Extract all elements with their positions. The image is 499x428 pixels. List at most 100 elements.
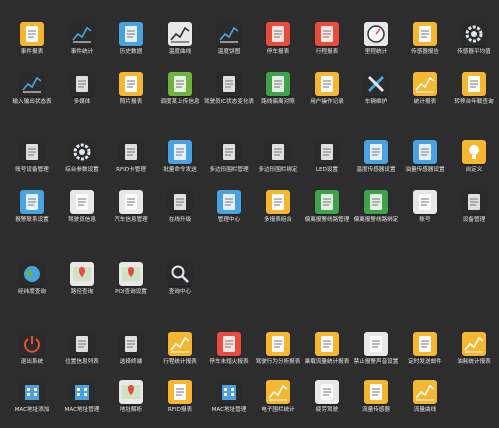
app-tile[interactable]: 温度饼图	[205, 22, 253, 56]
app-tile[interactable]: 照片报表	[107, 72, 155, 106]
app-tile[interactable]: 事件统计	[58, 22, 106, 56]
app-tile-label: 里程统计	[364, 49, 388, 55]
app-tile[interactable]: 退出系统	[8, 332, 56, 366]
route-query-icon	[70, 262, 94, 286]
app-tile[interactable]: MAC地址添加	[8, 380, 56, 414]
app-tile-label: 行程统计报表	[163, 359, 197, 365]
app-tile[interactable]: 地址解析	[107, 380, 155, 414]
app-tile-label: 油耗统计报表	[457, 359, 491, 365]
app-tile[interactable]: 偏离报警线路绑定	[352, 190, 400, 224]
app-tile-label: 历史数据	[119, 49, 143, 55]
app-tile-label: MAC地址管理	[64, 407, 100, 413]
app-tile[interactable]: 路线偏离对照	[254, 72, 302, 106]
app-tile[interactable]: 位置信息列表	[58, 332, 106, 366]
app-tile-label: 路线偏离对照	[261, 99, 295, 105]
transfer-query-icon	[462, 72, 486, 96]
speedometer-icon	[364, 22, 388, 46]
fatigue-driving-icon	[315, 380, 339, 404]
app-tile-label: 管理中心	[217, 217, 241, 223]
app-tile[interactable]: 驾驶员信息	[58, 190, 106, 224]
deviation-route-icon	[315, 190, 339, 214]
app-tile-label: 乘载流量统计报表	[304, 359, 350, 365]
app-tile[interactable]: 传感器平均值	[450, 22, 498, 56]
app-tile-label: 停车未熄火报表	[209, 359, 249, 365]
app-tile[interactable]: 多报表组合	[254, 190, 302, 224]
app-tile[interactable]: 驾驶员IC状态变化表	[204, 72, 254, 106]
app-tile[interactable]: 禁止报警声音设置	[352, 332, 400, 366]
app-tile-label: 事件报表	[20, 49, 44, 55]
app-tile[interactable]: 油耗统计报表	[450, 332, 498, 366]
app-tile[interactable]: POI查询设置	[107, 262, 155, 296]
app-tile[interactable]: 历史数据	[107, 22, 155, 56]
clipboard-report-icon	[20, 22, 44, 46]
app-tile[interactable]: 流量曲线	[401, 380, 449, 414]
app-tile-label: 多报表组合	[264, 217, 292, 223]
app-tile[interactable]: 查询中心	[156, 262, 204, 296]
app-tile[interactable]: 油量传感器设置	[401, 140, 449, 174]
app-tile[interactable]: 温度曲线	[156, 22, 204, 56]
app-tile[interactable]: 统计报表	[401, 72, 449, 106]
app-tile-label: 统计报表	[413, 99, 437, 105]
app-tile[interactable]: 调度某上传信息	[156, 72, 204, 106]
app-tile-label: 退出系统	[20, 359, 44, 365]
app-tile[interactable]: 在线升级	[156, 190, 204, 224]
app-tile[interactable]: RFID卡管理	[107, 140, 155, 174]
polygon-fence-icon	[217, 140, 241, 164]
app-tile[interactable]: 行程统计报表	[156, 332, 204, 366]
app-tile[interactable]: 经纬度查询	[8, 262, 56, 296]
mac-manage-icon	[70, 380, 94, 404]
rfid-report-icon	[168, 380, 192, 404]
app-tile[interactable]: RFID报表	[156, 380, 204, 414]
app-tile[interactable]: 疲劳驾驶	[303, 380, 351, 414]
app-tile[interactable]: 账号设备管理	[8, 140, 56, 174]
app-tile[interactable]: 输入输出状态表	[8, 72, 56, 106]
driving-behavior-icon	[266, 332, 290, 356]
app-tile[interactable]: 行程报表	[303, 22, 351, 56]
app-tile[interactable]: 综合参数设置	[58, 140, 106, 174]
app-tile[interactable]: 事件报表	[8, 22, 56, 56]
globe-icon	[20, 262, 44, 286]
app-tile[interactable]: 路径查询	[58, 262, 106, 296]
app-tile[interactable]: 报警联系设置	[8, 190, 56, 224]
app-tile[interactable]: LED设置	[303, 140, 351, 174]
app-tile[interactable]: 用户操作记录	[303, 72, 351, 106]
app-tile[interactable]: 停车报表	[254, 22, 302, 56]
app-tile-label: 传感器报告	[411, 49, 439, 55]
app-tile-label: 传感器平均值	[457, 49, 491, 55]
app-tile-label: 流量传感器	[362, 407, 390, 413]
fence-stat-icon	[266, 380, 290, 404]
app-tile[interactable]: 自定义	[450, 140, 498, 174]
app-tile[interactable]: 多边形围栏管理	[205, 140, 253, 174]
app-tile[interactable]: 温度传感器设置	[352, 140, 400, 174]
app-tile[interactable]: 乘载流量统计报表	[303, 332, 351, 366]
multimedia-icon	[70, 72, 94, 96]
app-tile[interactable]: 里程统计	[352, 22, 400, 56]
app-tile[interactable]: 车辆维护	[352, 72, 400, 106]
app-tile-label: 电子围栏统计	[261, 407, 295, 413]
app-tile[interactable]: 偏离报警线路管理	[303, 190, 351, 224]
app-tile-label: RFID报表	[167, 407, 193, 413]
app-tile[interactable]: 账号	[401, 190, 449, 224]
sliders-icon	[462, 22, 486, 46]
app-tile[interactable]: 驾驶行为分析报表	[254, 332, 302, 366]
app-tile[interactable]: 设备管理	[450, 190, 498, 224]
app-tile[interactable]: 停车未熄火报表	[205, 332, 253, 366]
app-tile[interactable]: 选择终端	[107, 332, 155, 366]
app-tile[interactable]: 批量命令发送	[156, 140, 204, 174]
route-report-icon	[315, 22, 339, 46]
app-tile[interactable]: MAC地址管理	[58, 380, 106, 414]
idle-parking-icon	[217, 332, 241, 356]
app-tile[interactable]: 转移台年载查询	[450, 72, 498, 106]
app-tile[interactable]: MAC地址管理	[205, 380, 253, 414]
app-tile[interactable]: 多边形围栏绑定	[254, 140, 302, 174]
location-list-icon	[70, 332, 94, 356]
app-tile[interactable]: 定时发送邮件	[401, 332, 449, 366]
app-tile[interactable]: 多媒体	[58, 72, 106, 106]
app-tile[interactable]: 管理中心	[205, 190, 253, 224]
app-tile[interactable]: 电子围栏统计	[254, 380, 302, 414]
app-tile[interactable]: 汽车信息管理	[107, 190, 155, 224]
app-tile[interactable]: 传感器报告	[401, 22, 449, 56]
app-tile[interactable]: 流量传感器	[352, 380, 400, 414]
app-tile-label: 温度传感器设置	[356, 167, 396, 173]
app-tile-label: 车辆维护	[364, 99, 388, 105]
